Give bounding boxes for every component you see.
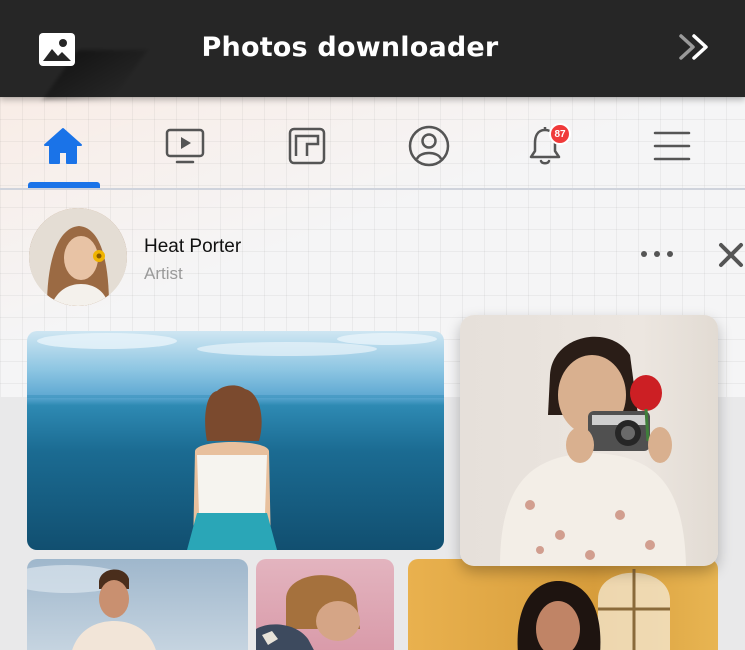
nav-pages[interactable] [282, 121, 332, 171]
photo-art [27, 333, 444, 550]
dot [641, 251, 647, 257]
photo-art [27, 565, 156, 650]
pages-icon [288, 127, 326, 165]
avatar[interactable] [29, 208, 127, 306]
home-icon [44, 128, 82, 164]
nav-watch[interactable] [160, 121, 210, 171]
app-title: Photos downloader [201, 32, 499, 63]
photo-woman-camera[interactable] [460, 315, 718, 566]
photo-woman-sea[interactable] [27, 331, 444, 550]
photo-art [500, 336, 686, 566]
more-dots-icon[interactable] [641, 244, 673, 264]
photo-man-sky[interactable] [27, 559, 248, 650]
user-circle-icon [408, 125, 450, 167]
close-icon[interactable] [716, 240, 745, 270]
double-chevron-right-icon[interactable] [678, 33, 712, 61]
nav-home[interactable] [38, 121, 88, 171]
photo-woman-window[interactable] [408, 559, 718, 650]
dot [654, 251, 660, 257]
photo-person-hand[interactable] [256, 559, 394, 650]
photo-art [517, 569, 670, 650]
photo-art [256, 575, 360, 650]
nav-bar [0, 97, 745, 190]
video-play-icon [165, 128, 205, 164]
nav-menu[interactable] [647, 121, 697, 171]
dot [667, 251, 673, 257]
avatar-portrait [29, 208, 127, 306]
title-bar: Photos downloader [0, 0, 745, 100]
author-role: Artist [144, 264, 183, 283]
nav-profile[interactable] [404, 121, 454, 171]
hamburger-menu-icon [653, 131, 691, 161]
author-name[interactable]: Heat Porter [144, 236, 241, 258]
notification-badge: 87 [549, 123, 571, 145]
nav-active-indicator [28, 182, 100, 188]
